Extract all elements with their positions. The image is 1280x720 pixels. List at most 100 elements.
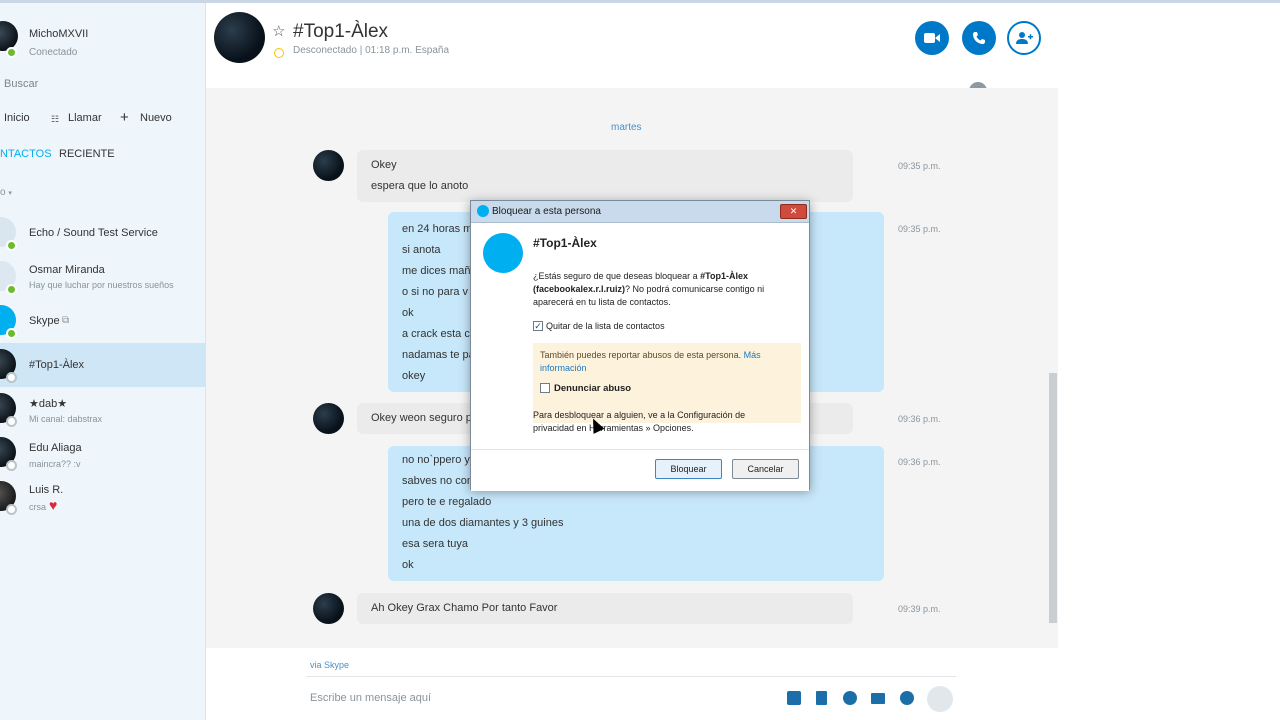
contact-mood: Mi canal: dabstrax — [29, 414, 103, 424]
call-label: Llamar — [68, 112, 102, 124]
report-abuse-checkbox[interactable] — [540, 383, 550, 393]
via-label: via Skype — [310, 660, 349, 670]
message-text: una de dos diamantes y 3 guines — [402, 517, 564, 529]
send-button[interactable] — [927, 686, 953, 712]
contact-item-luis[interactable]: Luis R. crsa ♥ — [0, 475, 206, 519]
block-button-label: Bloquear — [670, 464, 707, 474]
message-text: Okey weon seguro p — [371, 412, 472, 424]
contact-mood: Hay que luchar por nuestros sueños — [29, 280, 174, 290]
search-input[interactable]: Buscar — [4, 78, 38, 90]
profile-name: MichoMXVII — [29, 28, 89, 40]
file-icon[interactable] — [816, 691, 827, 705]
chat-title: #Top1-Àlex — [293, 21, 389, 42]
image-icon[interactable] — [787, 691, 801, 705]
tab-contacts[interactable]: NTACTOS — [0, 148, 52, 160]
unblock-info: Para desbloquear a alguien, ve a la Conf… — [533, 410, 746, 433]
dialog-title: Bloquear a esta persona — [492, 206, 601, 217]
contact-name: Edu Aliaga — [29, 442, 82, 454]
blocked-user-icon — [483, 233, 523, 273]
report-text-block: También puedes reportar abusos de esta p… — [540, 349, 795, 375]
close-button[interactable]: ✕ — [780, 204, 807, 219]
question-name: #Top1-Àlex — [700, 271, 748, 281]
message-text: nadamas te pa — [402, 349, 475, 361]
star-icon[interactable]: ☆ — [272, 22, 285, 40]
message-text: esa sera tuya — [402, 538, 469, 550]
contact-item-dab[interactable]: ★dab★ Mi canal: dabstrax — [0, 387, 206, 431]
message-bubble: Ah Okey Grax Chamo Por tanto Favor — [357, 593, 853, 624]
contact-name: ★dab★ — [29, 398, 68, 410]
offline-presence-icon — [6, 372, 17, 383]
online-presence-icon — [6, 328, 17, 339]
dialpad-icon: ☷ — [51, 114, 60, 124]
chevron-down-icon: ▾ — [8, 190, 12, 197]
profile[interactable]: MichoMXVII Conectado — [0, 15, 206, 65]
contact-name: Echo / Sound Test Service — [29, 227, 158, 239]
message-time: 09:36 p.m. — [898, 414, 941, 424]
video-message-icon[interactable] — [843, 691, 857, 705]
message-text: no no`ppero y — [402, 454, 470, 466]
avatar — [313, 150, 344, 181]
dialog-titlebar[interactable]: Bloquear a esta persona ✕ — [471, 201, 809, 223]
group-dropdown[interactable]: o ▾ — [0, 187, 12, 198]
contact-avatar[interactable] — [214, 12, 265, 63]
scrollbar[interactable] — [1049, 373, 1057, 623]
contact-item-echo[interactable]: Echo / Sound Test Service — [0, 211, 206, 255]
chat-status: Desconectado | 01:18 p.m. España — [293, 45, 450, 56]
add-people-button[interactable] — [1007, 21, 1041, 55]
group-label: o — [0, 187, 6, 198]
cancel-button[interactable]: Cancelar — [732, 459, 799, 479]
contact-card-icon[interactable] — [871, 693, 885, 704]
compose-area: via Skype Escribe un mensaje aquí — [206, 648, 1058, 720]
divider — [306, 676, 956, 677]
contact-item-skype[interactable]: Skype ⧉ — [0, 299, 206, 343]
contact-item-edu[interactable]: Edu Aliaga maincra?? :v — [0, 431, 206, 475]
contact-name: Osmar Miranda — [29, 264, 105, 276]
online-presence-icon — [6, 284, 17, 295]
block-button[interactable]: Bloquear — [655, 459, 722, 479]
skype-logo-icon — [477, 205, 489, 217]
message-time: 09:39 p.m. — [898, 604, 941, 614]
contact-mood: crsa — [29, 502, 47, 512]
offline-presence-icon — [6, 416, 17, 427]
close-icon: ✕ — [789, 206, 798, 216]
message-bubble: Okey espera que lo anoto — [357, 150, 853, 202]
home-label: Inicio — [4, 112, 30, 124]
message-input[interactable]: Escribe un mensaje aquí — [310, 692, 431, 704]
video-camera-icon — [924, 33, 940, 43]
avatar — [313, 593, 344, 624]
profile-status: Conectado — [29, 47, 78, 58]
message-text: ok — [402, 307, 414, 319]
dialog-body: #Top1-Àlex ¿Estás seguro de que deseas b… — [471, 223, 809, 491]
online-presence-icon — [6, 240, 17, 251]
message-text: en 24 horas m — [402, 223, 473, 235]
message-text: o si no para v — [402, 286, 469, 298]
contact-item-osmar[interactable]: Osmar Miranda Hay que luchar por nuestro… — [0, 255, 206, 299]
contact-name: #Top1-Àlex — [29, 359, 85, 371]
remove-contact-label: Quitar de la lista de contactos — [546, 321, 665, 331]
remove-contact-checkbox[interactable]: ✓ — [533, 321, 543, 331]
via-skype-link[interactable]: Skype — [324, 660, 349, 670]
avatar — [313, 403, 344, 434]
emoticon-icon[interactable] — [900, 691, 914, 705]
divider — [471, 449, 809, 450]
via-text: via — [310, 660, 322, 670]
phone-icon — [973, 32, 985, 44]
message-text: sabves no con — [402, 475, 473, 487]
video-call-button[interactable] — [915, 21, 949, 55]
contact-mood: maincra?? :v — [29, 459, 81, 469]
tab-recent[interactable]: RECIENTE — [59, 148, 115, 160]
audio-call-button[interactable] — [962, 21, 996, 55]
dialog-contact-name: #Top1-Àlex — [533, 236, 597, 250]
message-text: Ah Okey Grax Chamo Por tanto Favor — [371, 602, 558, 614]
contact-item-top1-alex[interactable]: #Top1-Àlex — [0, 343, 206, 387]
message-time: 09:35 p.m. — [898, 224, 941, 234]
message-text: si anota — [402, 244, 441, 256]
block-question: ¿Estás seguro de que deseas bloquear a #… — [533, 270, 803, 309]
offline-presence-icon — [6, 460, 17, 471]
sidebar-toolbar: Inicio ☷ Llamar + Nuevo — [0, 109, 206, 132]
chat-header: ☆ #Top1-Àlex Desconectado | 01:18 p.m. E… — [206, 3, 1058, 100]
contact-name: Luis R. — [29, 484, 64, 496]
contact-name: Skype — [29, 315, 60, 327]
message-text: a crack esta cu — [402, 328, 476, 340]
heart-icon: ♥ — [49, 497, 58, 513]
